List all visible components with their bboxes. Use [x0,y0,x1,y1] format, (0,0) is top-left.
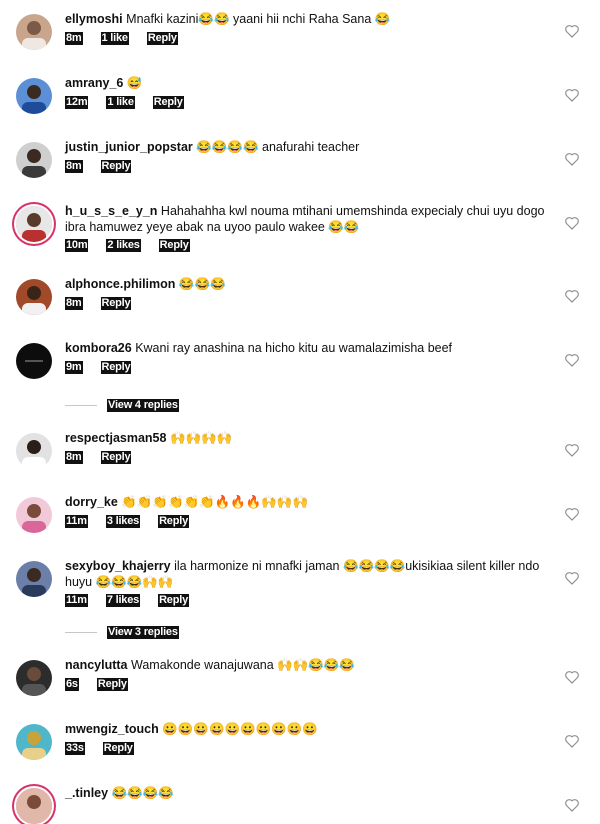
comment-time: 8m [65,159,83,173]
comment-text: Wamakonde wanajuwana 🙌🙌😂😂😂 [131,658,355,672]
avatar[interactable] [16,788,52,824]
comment-username[interactable]: kombora26 [65,341,132,355]
like-heart-icon[interactable] [564,670,580,684]
like-heart-icon[interactable] [564,798,580,812]
avatar[interactable] [16,561,52,597]
avatar[interactable] [16,433,52,469]
comment-likes[interactable]: 3 likes [105,514,141,528]
comment-text: 😀😀😀😀😀😀😀😀😀😀 [162,722,318,736]
reply-button[interactable]: Reply [146,31,178,45]
avatar[interactable] [16,279,52,315]
avatar[interactable] [16,343,52,379]
comment-username[interactable]: dorry_ke [65,495,118,509]
comment-time: 6s [65,677,79,691]
view-replies-label[interactable]: View 4 replies [107,399,179,412]
reply-button[interactable]: Reply [158,239,190,252]
comment-text: 😂😂😂😂 [111,786,174,800]
avatar[interactable] [16,206,52,242]
like-heart-icon[interactable] [564,216,580,230]
comment-time: 8m [65,450,83,464]
like-heart-icon[interactable] [564,443,580,457]
avatar[interactable] [16,14,52,50]
comment-time: 8m [65,31,83,45]
like-heart-icon[interactable] [564,353,580,367]
reply-button[interactable]: Reply [100,450,132,464]
comment-username[interactable]: _.tinley [65,786,108,800]
avatar[interactable] [16,497,52,533]
comment-username[interactable]: alphonce.philimon [65,277,175,291]
comment-time: 11m [65,514,88,528]
comment-username[interactable]: amrany_6 [65,76,123,90]
comment-text: 👏👏👏👏👏👏🔥🔥🔥🙌🙌🙌 [121,495,309,509]
reply-button[interactable]: Reply [158,594,190,607]
comment-text: 😂😂😂😂 anafurahi teacher [196,140,360,154]
comment-text: Kwani ray anashina na hicho kitu au wama… [135,341,453,355]
reply-button[interactable]: Reply [96,677,128,691]
like-heart-icon[interactable] [564,24,580,38]
comment-time: 10m [65,239,89,252]
comment-text: 😅 [126,76,143,90]
comment-time: 12m [65,95,89,109]
comment-text: Mnafki kazini😂😂 yaani hii nchi Raha Sana… [126,12,391,26]
comment-username[interactable]: nancylutta [65,658,128,672]
avatar[interactable] [16,78,52,114]
reply-button[interactable]: Reply [102,741,134,755]
comment-username[interactable]: sexyboy_khajerry [65,559,171,573]
comment-username[interactable]: mwengiz_touch [65,722,159,736]
avatar[interactable] [16,660,52,696]
comment-text: 😂😂😂 [178,277,226,291]
like-heart-icon[interactable] [564,289,580,303]
like-heart-icon[interactable] [564,88,580,102]
like-heart-icon[interactable] [564,734,580,748]
comment-text: 🙌🙌🙌🙌 [169,431,233,445]
view-replies-link[interactable]: View 3 replies [65,626,179,639]
replies-divider [65,632,97,633]
comment-likes[interactable]: 7 likes [105,594,141,607]
comment-likes[interactable]: 2 likes [106,239,141,252]
comment-time: 9m [65,360,83,374]
avatar[interactable] [16,142,52,178]
reply-button[interactable]: Reply [152,95,184,109]
reply-button[interactable]: Reply [158,514,190,528]
avatar[interactable] [16,724,52,760]
comment-username[interactable]: h_u_s_s_e_y_n [65,204,157,218]
comment-likes[interactable]: 1 like [106,95,135,109]
view-replies-link[interactable]: View 4 replies [65,399,179,412]
replies-divider [65,405,97,406]
comment-username[interactable]: justin_junior_popstar [65,140,193,154]
comment-time: 11m [65,594,88,607]
like-heart-icon[interactable] [564,571,580,585]
reply-button[interactable]: Reply [100,159,132,173]
reply-button[interactable]: Reply [100,296,132,310]
comment-time: 33s [65,741,85,755]
comment-likes[interactable]: 1 like [100,31,129,45]
like-heart-icon[interactable] [564,152,580,166]
comment-username[interactable]: ellymoshi [65,12,123,26]
comment-username[interactable]: respectjasman58 [65,431,166,445]
like-heart-icon[interactable] [564,507,580,521]
view-replies-label[interactable]: View 3 replies [107,626,179,639]
comment-time: 8m [65,296,83,310]
reply-button[interactable]: Reply [100,360,132,374]
